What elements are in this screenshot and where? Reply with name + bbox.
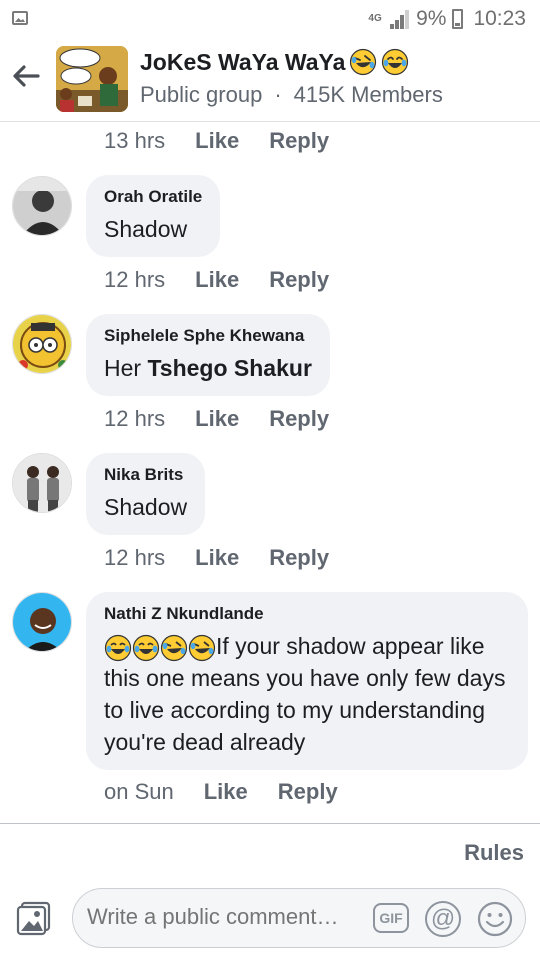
arrow-left-icon: [13, 65, 40, 87]
photo-icon: [16, 901, 51, 936]
reply-button[interactable]: Reply: [269, 128, 329, 154]
comment-meta: on Sun Like Reply: [104, 779, 338, 805]
reply-button[interactable]: Reply: [278, 779, 338, 805]
image-icon: [12, 11, 28, 25]
profile-photo-icon: [13, 315, 71, 373]
comment-time[interactable]: 13 hrs: [104, 128, 165, 154]
mentioned-name[interactable]: Tshego Shakur: [147, 355, 311, 381]
comment-text: If your shadow appear like this one mean…: [104, 630, 510, 758]
avatar[interactable]: [12, 314, 72, 374]
signal-icon: [388, 9, 410, 29]
profile-photo-icon: [13, 454, 71, 512]
back-button[interactable]: [8, 58, 44, 94]
status-bar: 4G 9% 10:23: [0, 0, 540, 38]
like-button[interactable]: Like: [195, 128, 239, 154]
comment-text: Shadow: [104, 216, 188, 242]
comment-author[interactable]: Orah Oratile: [104, 187, 202, 207]
avatar[interactable]: [12, 176, 72, 236]
battery-icon: [452, 9, 464, 29]
emoji-button[interactable]: [477, 901, 513, 937]
reply-button[interactable]: Reply: [269, 267, 329, 293]
mention-button[interactable]: @: [425, 901, 461, 937]
comment-meta: 12 hrs Like Reply: [104, 406, 329, 432]
group-header: JoKeS WaYa WaYa Public group · 415K Member…: [0, 38, 540, 122]
member-count[interactable]: 415K Members: [294, 82, 443, 107]
profile-photo-icon: [13, 593, 71, 651]
group-subtitle: Public group · 415K Members: [140, 82, 443, 108]
avatar[interactable]: [12, 592, 72, 652]
like-button[interactable]: Like: [195, 406, 239, 432]
comment-text: Shadow: [104, 494, 188, 520]
like-button[interactable]: Like: [195, 267, 239, 293]
add-photo-button[interactable]: [16, 900, 52, 936]
clock: 10:23: [473, 7, 526, 30]
gif-button[interactable]: GIF: [373, 903, 409, 933]
smiley-icon: [477, 901, 513, 937]
avatar[interactable]: [12, 453, 72, 513]
group-cover-image[interactable]: [56, 46, 128, 112]
group-name: JoKeS WaYa WaYa: [140, 48, 346, 75]
comment-bubble[interactable]: Orah Oratile Shadow: [86, 175, 221, 257]
divider: [0, 823, 540, 824]
comment-time[interactable]: on Sun: [104, 779, 174, 805]
rules-link[interactable]: Rules: [464, 840, 524, 866]
cartoon-cover-icon: [56, 46, 128, 112]
reply-button[interactable]: Reply: [269, 406, 329, 432]
comment-time[interactable]: 12 hrs: [104, 545, 165, 571]
battery-percent: 9%: [416, 7, 447, 30]
comment-author[interactable]: Nika Brits: [104, 465, 187, 485]
comment-bubble[interactable]: Nika Brits Shadow: [86, 453, 206, 535]
group-type: Public group: [140, 82, 263, 107]
like-button[interactable]: Like: [204, 779, 248, 805]
tears-of-joy-emoji-icon: [104, 634, 132, 662]
comment-meta: 13 hrs Like Reply: [104, 128, 329, 154]
status-bar-right: 4G 9% 10:23: [368, 6, 526, 32]
profile-photo-icon: [13, 177, 71, 235]
comment-author[interactable]: Nathi Z Nkundlande: [104, 604, 510, 624]
comment-author[interactable]: Siphelele Sphe Khewana: [104, 326, 312, 346]
like-button[interactable]: Like: [195, 545, 239, 571]
tears-of-joy-emoji-icon: [132, 634, 160, 662]
rolling-laughing-emoji-icon: [160, 634, 188, 662]
comment-composer[interactable]: GIF @: [72, 888, 526, 948]
comment-text: Her Tshego Shakur: [104, 355, 312, 381]
comment-meta: 12 hrs Like Reply: [104, 267, 329, 293]
rolling-laughing-emoji-icon: [188, 634, 216, 662]
group-title[interactable]: JoKeS WaYa WaYa: [140, 48, 409, 76]
reply-button[interactable]: Reply: [269, 545, 329, 571]
comment-meta: 12 hrs Like Reply: [104, 545, 329, 571]
comment-time[interactable]: 12 hrs: [104, 406, 165, 432]
comment-bubble[interactable]: Nathi Z Nkundlande If your shadow appear…: [86, 592, 528, 770]
comment-text-prefix: Her: [104, 355, 142, 381]
comment-input[interactable]: [87, 904, 377, 930]
network-type: 4G: [368, 13, 382, 24]
tears-of-joy-emoji-icon: [382, 48, 409, 76]
comment-bubble[interactable]: Siphelele Sphe Khewana Her Tshego Shakur: [86, 314, 330, 396]
comment-time[interactable]: 12 hrs: [104, 267, 165, 293]
separator-dot: ·: [274, 82, 282, 107]
comment-feed[interactable]: 13 hrs Like Reply Orah Oratile Shadow 12…: [0, 122, 540, 822]
rolling-laughing-emoji-icon: [350, 48, 377, 76]
